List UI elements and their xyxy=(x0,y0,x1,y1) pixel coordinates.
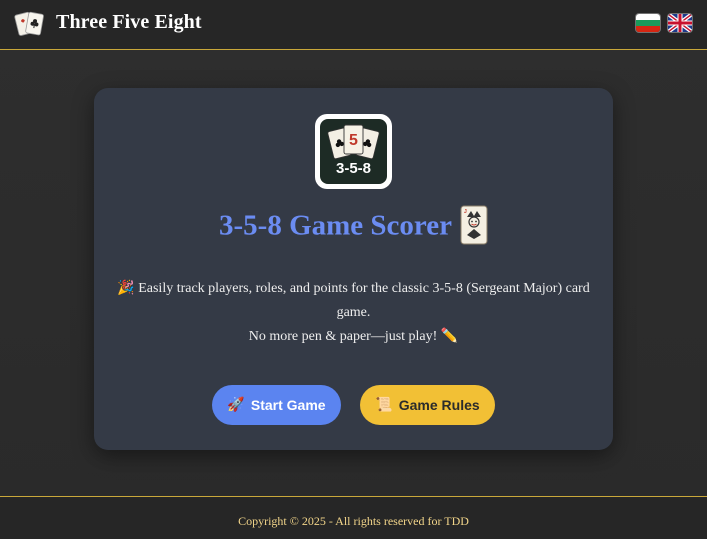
page-title: 3-5-8 Game Scorer J xyxy=(94,205,613,248)
joker-card-icon: J xyxy=(460,205,488,245)
description-line-1: 🎉 Easily track players, roles, and point… xyxy=(117,281,590,320)
game-rules-label: Game Rules xyxy=(398,397,480,413)
start-game-label: Start Game xyxy=(250,397,326,413)
footer: Copyright © 2025 - All rights reserved f… xyxy=(0,496,707,539)
app-title[interactable]: Three Five Eight xyxy=(56,11,202,34)
scroll-icon: 📜 xyxy=(375,397,393,413)
playing-cards-icon[interactable] xyxy=(14,9,46,39)
app-page: Three Five Eight 5 3-5-8 3-5-8 Game Scor… xyxy=(0,0,707,539)
copyright-text: Copyright © 2025 - All rights reserved f… xyxy=(238,514,469,528)
page-title-text: 3-5-8 Game Scorer xyxy=(219,209,452,242)
game-logo-badge: 5 3-5-8 xyxy=(320,119,387,184)
svg-text:J: J xyxy=(464,209,467,215)
logo-card-value: 5 xyxy=(349,132,358,149)
game-rules-button[interactable]: 📜 Game Rules xyxy=(360,385,495,425)
logo-text: 3-5-8 xyxy=(336,160,371,177)
description-line-2: No more pen & paper—just play! ✏️ xyxy=(248,329,459,344)
top-navbar: Three Five Eight xyxy=(0,0,707,50)
uk-flag-icon[interactable] xyxy=(668,14,692,32)
welcome-card: 5 3-5-8 3-5-8 Game Scorer J 🎉 Easily tra… xyxy=(94,88,613,450)
game-logo: 5 3-5-8 xyxy=(315,114,392,189)
description: 🎉 Easily track players, roles, and point… xyxy=(114,277,593,349)
start-game-button[interactable]: 🚀 Start Game xyxy=(212,385,341,425)
rocket-icon: 🚀 xyxy=(227,397,245,413)
bulgarian-flag-icon[interactable] xyxy=(636,14,660,32)
cards-fan-icon: 5 3-5-8 xyxy=(327,124,380,177)
